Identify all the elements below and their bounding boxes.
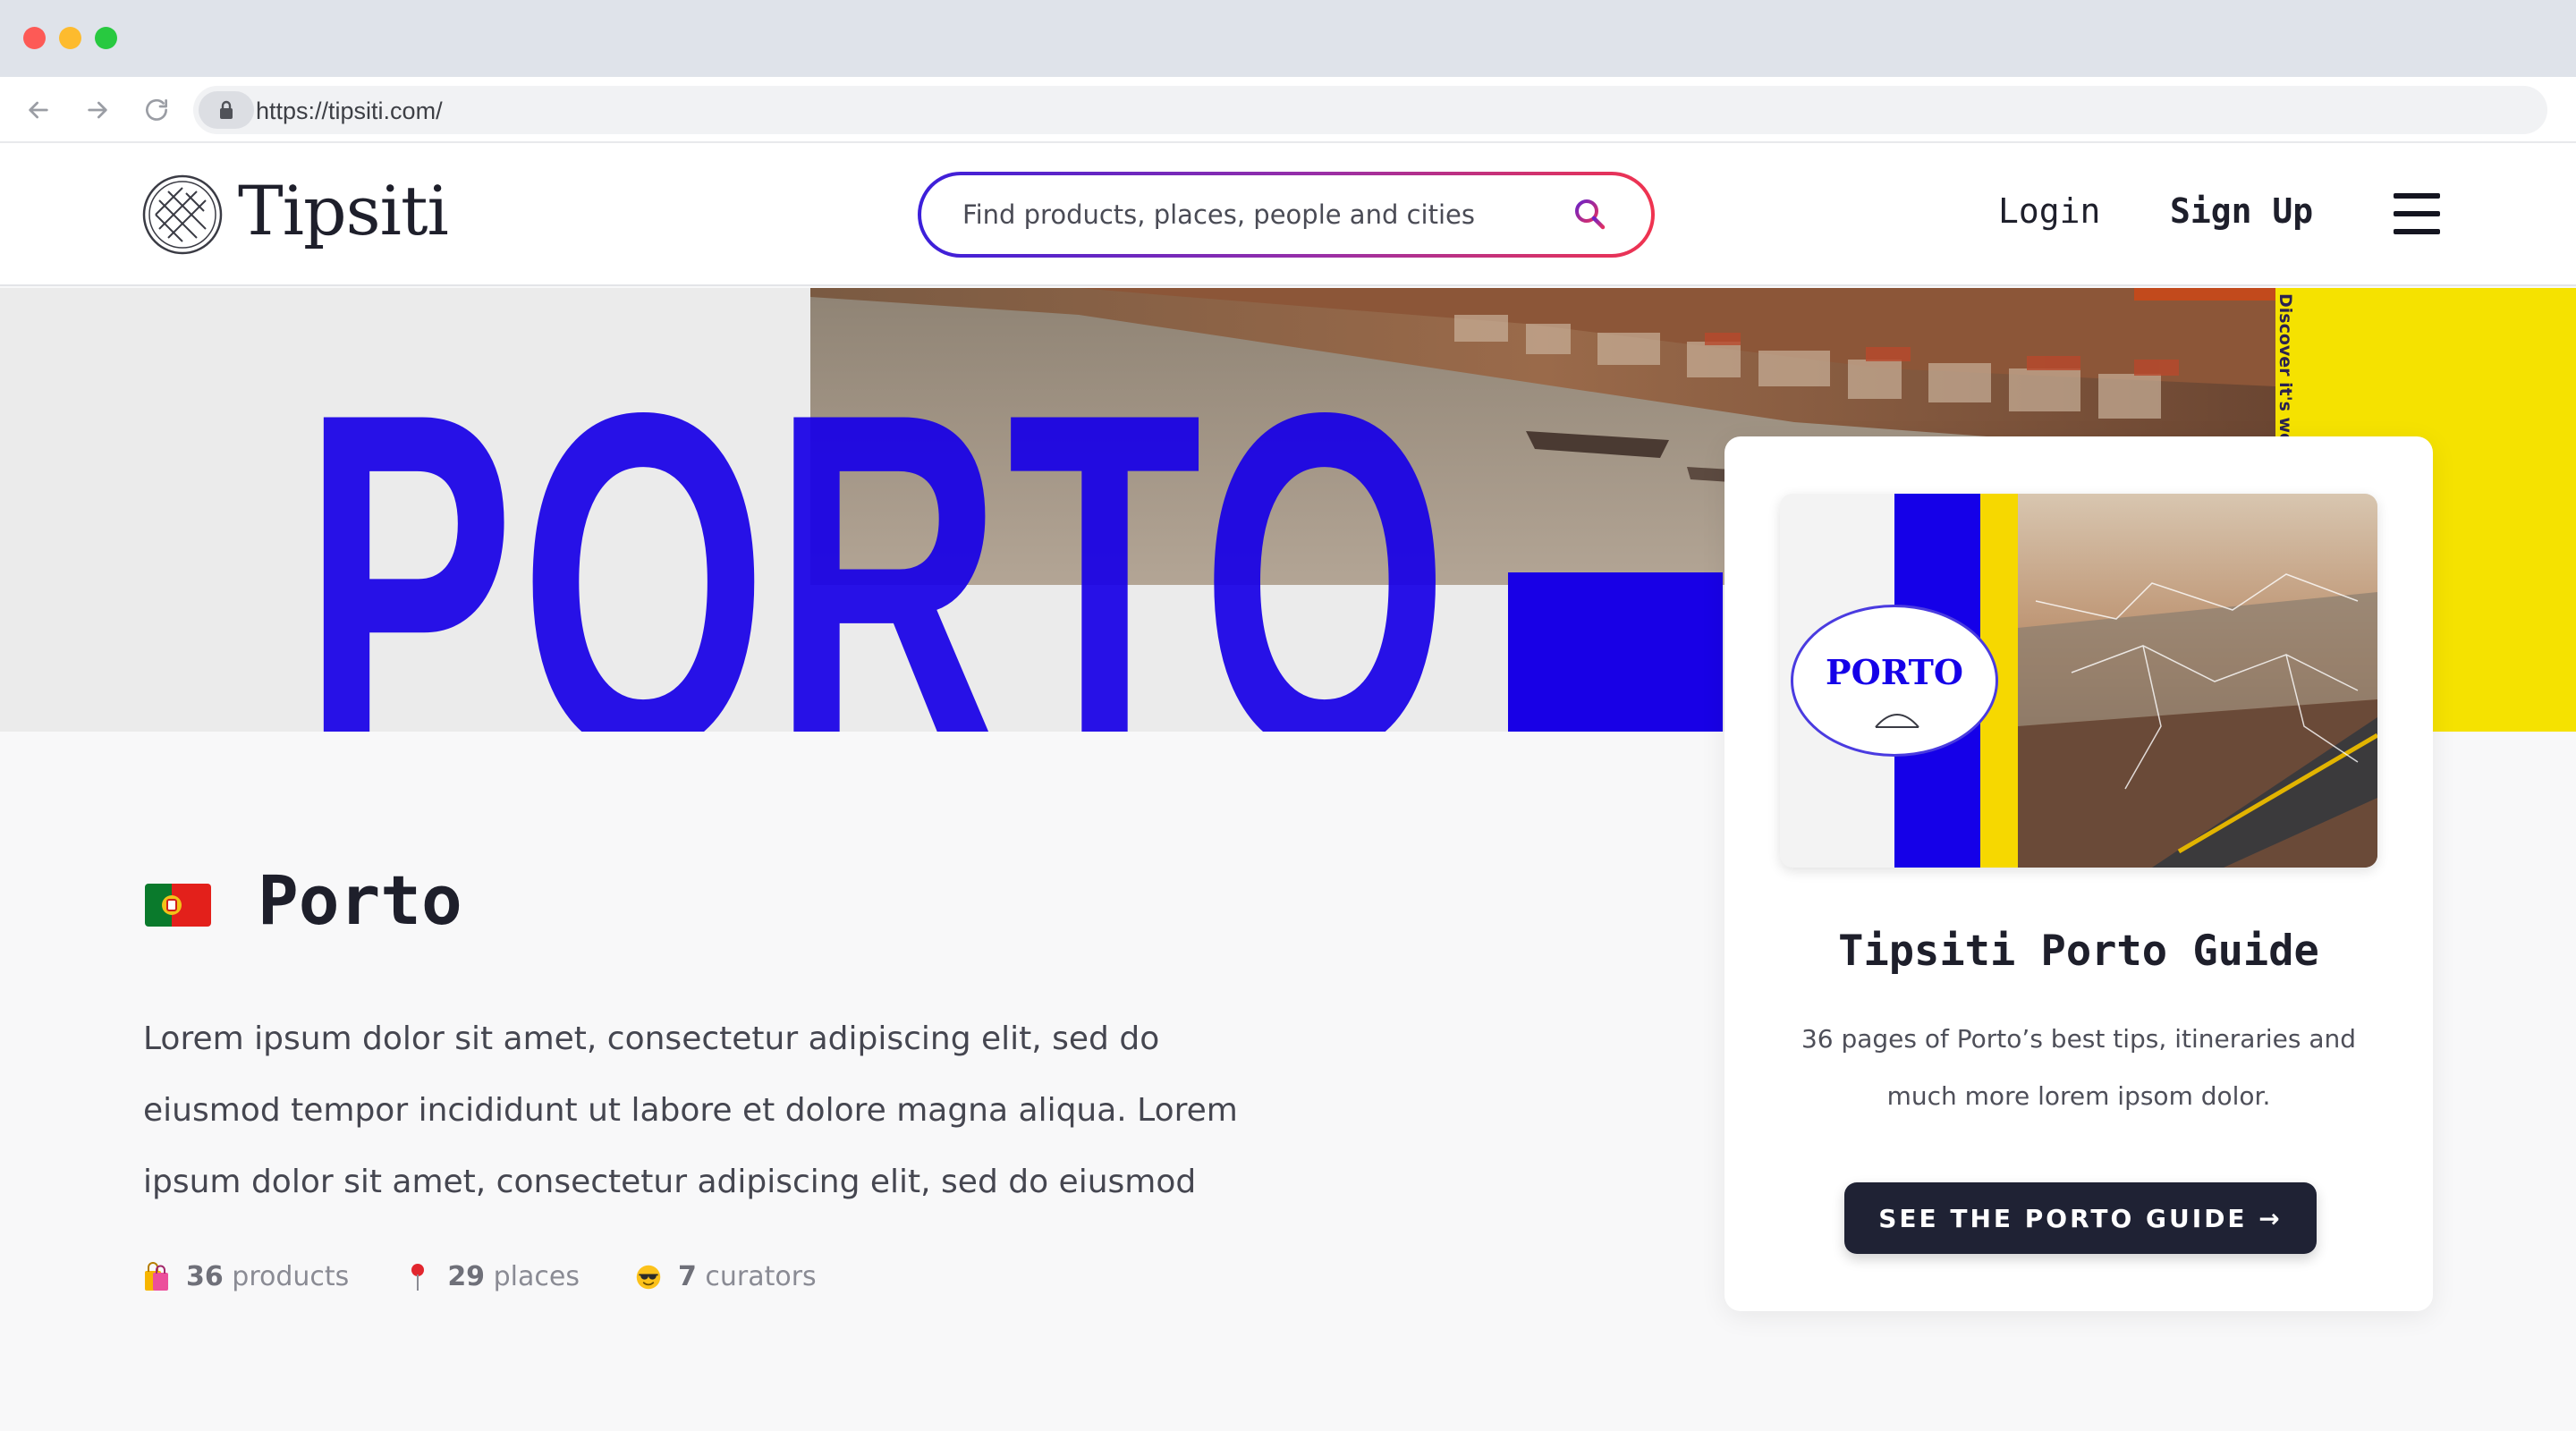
window-close-button[interactable] [23,27,46,49]
guide-cover-badge: PORTO [1791,605,1998,757]
stat-curators-count: 7 [677,1261,697,1292]
sunglasses-face-icon [636,1265,661,1289]
stat-curators-label: curators [705,1261,817,1292]
search-icon[interactable] [1571,195,1610,234]
login-link[interactable]: Login [1998,191,2100,231]
lock-icon[interactable] [199,91,254,129]
stat-places[interactable]: 29 places [404,1261,580,1292]
tipsiti-logo-icon[interactable] [141,174,224,256]
url-text: https://tipsiti.com/ [256,97,443,124]
site-logo-text[interactable]: Tipsiti [238,170,449,252]
see-guide-button[interactable]: SEE THE PORTO GUIDE → [1844,1182,2317,1254]
address-bar[interactable]: https://tipsiti.com/ [193,86,2547,134]
stat-products-label: products [232,1261,350,1292]
guide-description: 36 pages of Porto’s best tips, itinerari… [1801,1024,2357,1111]
hamburger-menu-icon[interactable] [2394,193,2440,234]
portugal-flag-icon [145,884,211,927]
forward-button[interactable] [79,91,116,129]
arrow-right-icon [88,101,107,119]
city-description: Lorem ipsum dolor sit amet, consectetur … [143,1020,1238,1200]
guide-cover-image[interactable]: PORTO [1780,494,2377,868]
search-bar [918,172,1655,258]
site-header: Tipsiti Login Sign Up [0,143,2576,286]
hero-tagline: Discover it's wonderful [2275,293,2295,445]
search-input[interactable] [962,175,1553,254]
stat-places-count: 29 [447,1261,486,1292]
reload-button[interactable] [138,91,175,129]
shopping-bags-icon [145,1261,168,1291]
stat-products[interactable]: 36 products [143,1261,349,1292]
reload-icon [146,98,167,121]
window-minimize-button[interactable] [59,27,81,49]
guide-card: PORTO Tipsiti Porto Guide 36 pages of Po… [1724,436,2433,1311]
guide-title: Tipsiti Porto Guide [1838,927,2319,976]
guide-cover-title: PORTO [1826,652,1963,692]
stat-places-label: places [493,1261,580,1292]
hero-blue-block [1508,572,1723,732]
window-zoom-button[interactable] [95,27,117,49]
signup-link[interactable]: Sign Up [2170,191,2313,231]
arrow-left-icon [29,101,48,119]
map-pin-icon [411,1263,425,1291]
city-stats: 36 products 29 places 7 curators [143,1261,817,1292]
stat-products-count: 36 [186,1261,224,1292]
hero-city-word: PORTO [302,313,1454,732]
stat-curators[interactable]: 7 curators [635,1261,817,1292]
city-title: Porto [258,860,462,940]
browser-titlebar [0,0,2576,77]
back-button[interactable] [20,91,57,129]
browser-toolbar: https://tipsiti.com/ [0,77,2576,143]
